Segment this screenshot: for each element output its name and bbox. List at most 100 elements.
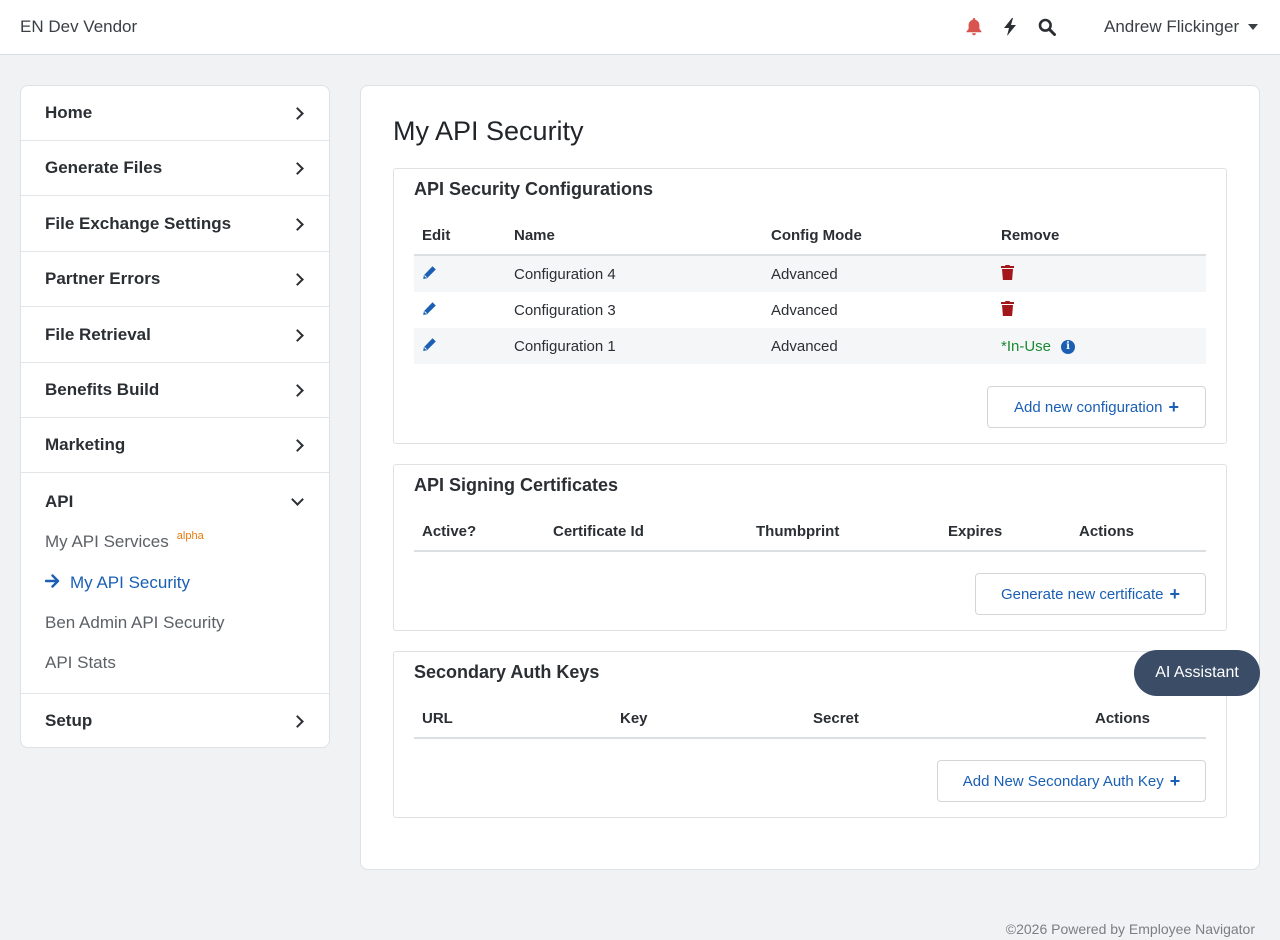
table-row: Configuration 4 Advanced [414, 256, 1206, 292]
sidebar-item-label: Setup [45, 711, 93, 730]
table-header: URL Key Secret Actions [414, 699, 1206, 739]
pencil-icon[interactable] [422, 301, 437, 320]
column-header: Certificate Id [553, 523, 644, 540]
column-header: Remove [1001, 227, 1060, 244]
chevron-right-icon [291, 106, 304, 120]
chevron-right-icon [291, 438, 304, 452]
chevron-right-icon [291, 161, 304, 175]
bell-icon[interactable] [964, 17, 984, 37]
sidebar-item-file-exchange-settings[interactable]: File Exchange Settings [21, 197, 329, 252]
page-title: My API Security [393, 116, 584, 146]
config-mode: Advanced [771, 302, 838, 319]
plus-icon: + [1169, 583, 1181, 604]
column-header: Actions [1079, 523, 1135, 540]
column-header: Key [620, 710, 648, 727]
column-header: Name [514, 227, 555, 244]
config-mode: Advanced [771, 266, 838, 283]
config-name: Configuration 3 [514, 302, 616, 319]
plus-icon: + [1169, 770, 1181, 791]
column-header: Active? [422, 523, 477, 540]
sidebar-item-label: Benefits Build [45, 380, 160, 399]
button-label: Add New Secondary Auth Key [962, 772, 1164, 790]
config-name: Configuration 1 [514, 338, 616, 355]
chevron-right-icon [291, 217, 304, 231]
panel-title: Secondary Auth Keys [414, 662, 600, 682]
table-row: Configuration 1 Advanced *In-Use i [414, 328, 1206, 364]
pencil-icon[interactable] [422, 265, 437, 284]
panel-title: API Signing Certificates [414, 475, 619, 495]
sidebar-subitem-api-stats[interactable]: API Stats [45, 653, 116, 673]
in-use-status: *In-Use i [1001, 338, 1076, 355]
trash-icon[interactable] [1001, 301, 1014, 320]
sidebar-item-label: Marketing [45, 435, 126, 454]
ai-assistant-button[interactable]: AI Assistant [1134, 650, 1260, 696]
sidebar-subitem-label: My API Security [70, 572, 190, 592]
sidebar-item-setup[interactable]: Setup [21, 693, 329, 747]
config-name: Configuration 4 [514, 266, 616, 283]
sidebar: Home Generate Files File Exchange Settin… [20, 85, 330, 748]
sidebar-item-label: Home [45, 103, 93, 122]
sidebar-item-partner-errors[interactable]: Partner Errors [21, 252, 329, 307]
sidebar-item-benefits-build[interactable]: Benefits Build [21, 363, 329, 418]
info-icon[interactable]: i [1061, 339, 1076, 354]
main-content: My API Security API Security Configurati… [360, 85, 1260, 870]
add-new-configuration-button[interactable]: Add new configuration + [987, 386, 1206, 428]
pencil-icon[interactable] [422, 337, 437, 356]
chevron-right-icon [291, 272, 304, 286]
sidebar-item-marketing[interactable]: Marketing [21, 418, 329, 473]
sidebar-subitem-ben-admin-api-security[interactable]: Ben Admin API Security [45, 613, 225, 633]
caret-down-icon [1248, 24, 1259, 30]
column-header: Config Mode [771, 227, 862, 244]
sidebar-item-label: Generate Files [45, 158, 163, 177]
trash-icon[interactable] [1001, 265, 1014, 284]
chevron-down-icon [291, 492, 304, 506]
column-header: Expires [948, 523, 1003, 540]
configurations-table: Edit Name Config Mode Remove Configurati… [414, 216, 1206, 364]
api-signing-certificates-panel: API Signing Certificates Active? Certifi… [393, 464, 1227, 631]
top-bar: EN Dev Vendor Andrew Flickinger [0, 0, 1280, 55]
sidebar-subitem-label: Ben Admin API Security [45, 613, 225, 632]
sidebar-item-file-retrieval[interactable]: File Retrieval [21, 308, 329, 363]
chevron-right-icon [291, 328, 304, 342]
panel-title: API Security Configurations [414, 179, 654, 199]
plus-icon: + [1168, 396, 1179, 417]
chevron-right-icon [291, 714, 304, 728]
sidebar-subitem-my-api-services[interactable]: My API Services alpha [45, 530, 204, 552]
secondary-auth-keys-table: URL Key Secret Actions [414, 699, 1206, 739]
column-header: Edit [422, 227, 451, 244]
footer-text: ©2026 Powered by Employee Navigator [1005, 921, 1255, 937]
sidebar-subitem-label: API Stats [45, 653, 116, 672]
column-header: Thumbprint [756, 523, 840, 540]
generate-new-certificate-button[interactable]: Generate new certificate + [975, 573, 1206, 615]
sidebar-item-api[interactable]: API [21, 474, 329, 529]
column-header: URL [422, 710, 453, 727]
alpha-badge: alpha [176, 530, 204, 542]
column-header: Secret [813, 710, 859, 727]
sidebar-subitem-my-api-security[interactable]: My API Security [44, 572, 190, 593]
user-name: Andrew Flickinger [1104, 17, 1240, 36]
certificates-table: Active? Certificate Id Thumbprint Expire… [414, 512, 1206, 552]
sidebar-subitem-label: My API Services [45, 532, 169, 551]
column-header: Actions [1095, 710, 1151, 727]
user-menu[interactable]: Andrew Flickinger [1104, 17, 1259, 37]
arrow-right-icon [44, 572, 60, 593]
table-header: Active? Certificate Id Thumbprint Expire… [414, 512, 1206, 552]
sidebar-item-label: File Exchange Settings [45, 214, 232, 233]
button-label: Add new configuration [1014, 398, 1163, 416]
search-icon[interactable] [1037, 17, 1057, 37]
config-mode: Advanced [771, 338, 838, 355]
sidebar-item-home[interactable]: Home [21, 86, 329, 141]
brand-name[interactable]: EN Dev Vendor [20, 17, 137, 37]
table-header: Edit Name Config Mode Remove [414, 216, 1206, 256]
chevron-right-icon [291, 383, 304, 397]
sidebar-item-label: File Retrieval [45, 325, 151, 344]
sidebar-item-label: API [45, 491, 74, 511]
table-row: Configuration 3 Advanced [414, 292, 1206, 328]
api-security-configurations-panel: API Security Configurations Edit Name Co… [393, 168, 1227, 444]
add-new-secondary-auth-key-button[interactable]: Add New Secondary Auth Key + [937, 760, 1206, 802]
button-label: Generate new certificate [1000, 585, 1164, 603]
sidebar-item-generate-files[interactable]: Generate Files [21, 141, 329, 196]
secondary-auth-keys-panel: Secondary Auth Keys URL Key Secret Actio… [393, 651, 1227, 818]
in-use-label: *In-Use [1001, 338, 1052, 355]
bolt-icon[interactable] [1000, 17, 1020, 37]
